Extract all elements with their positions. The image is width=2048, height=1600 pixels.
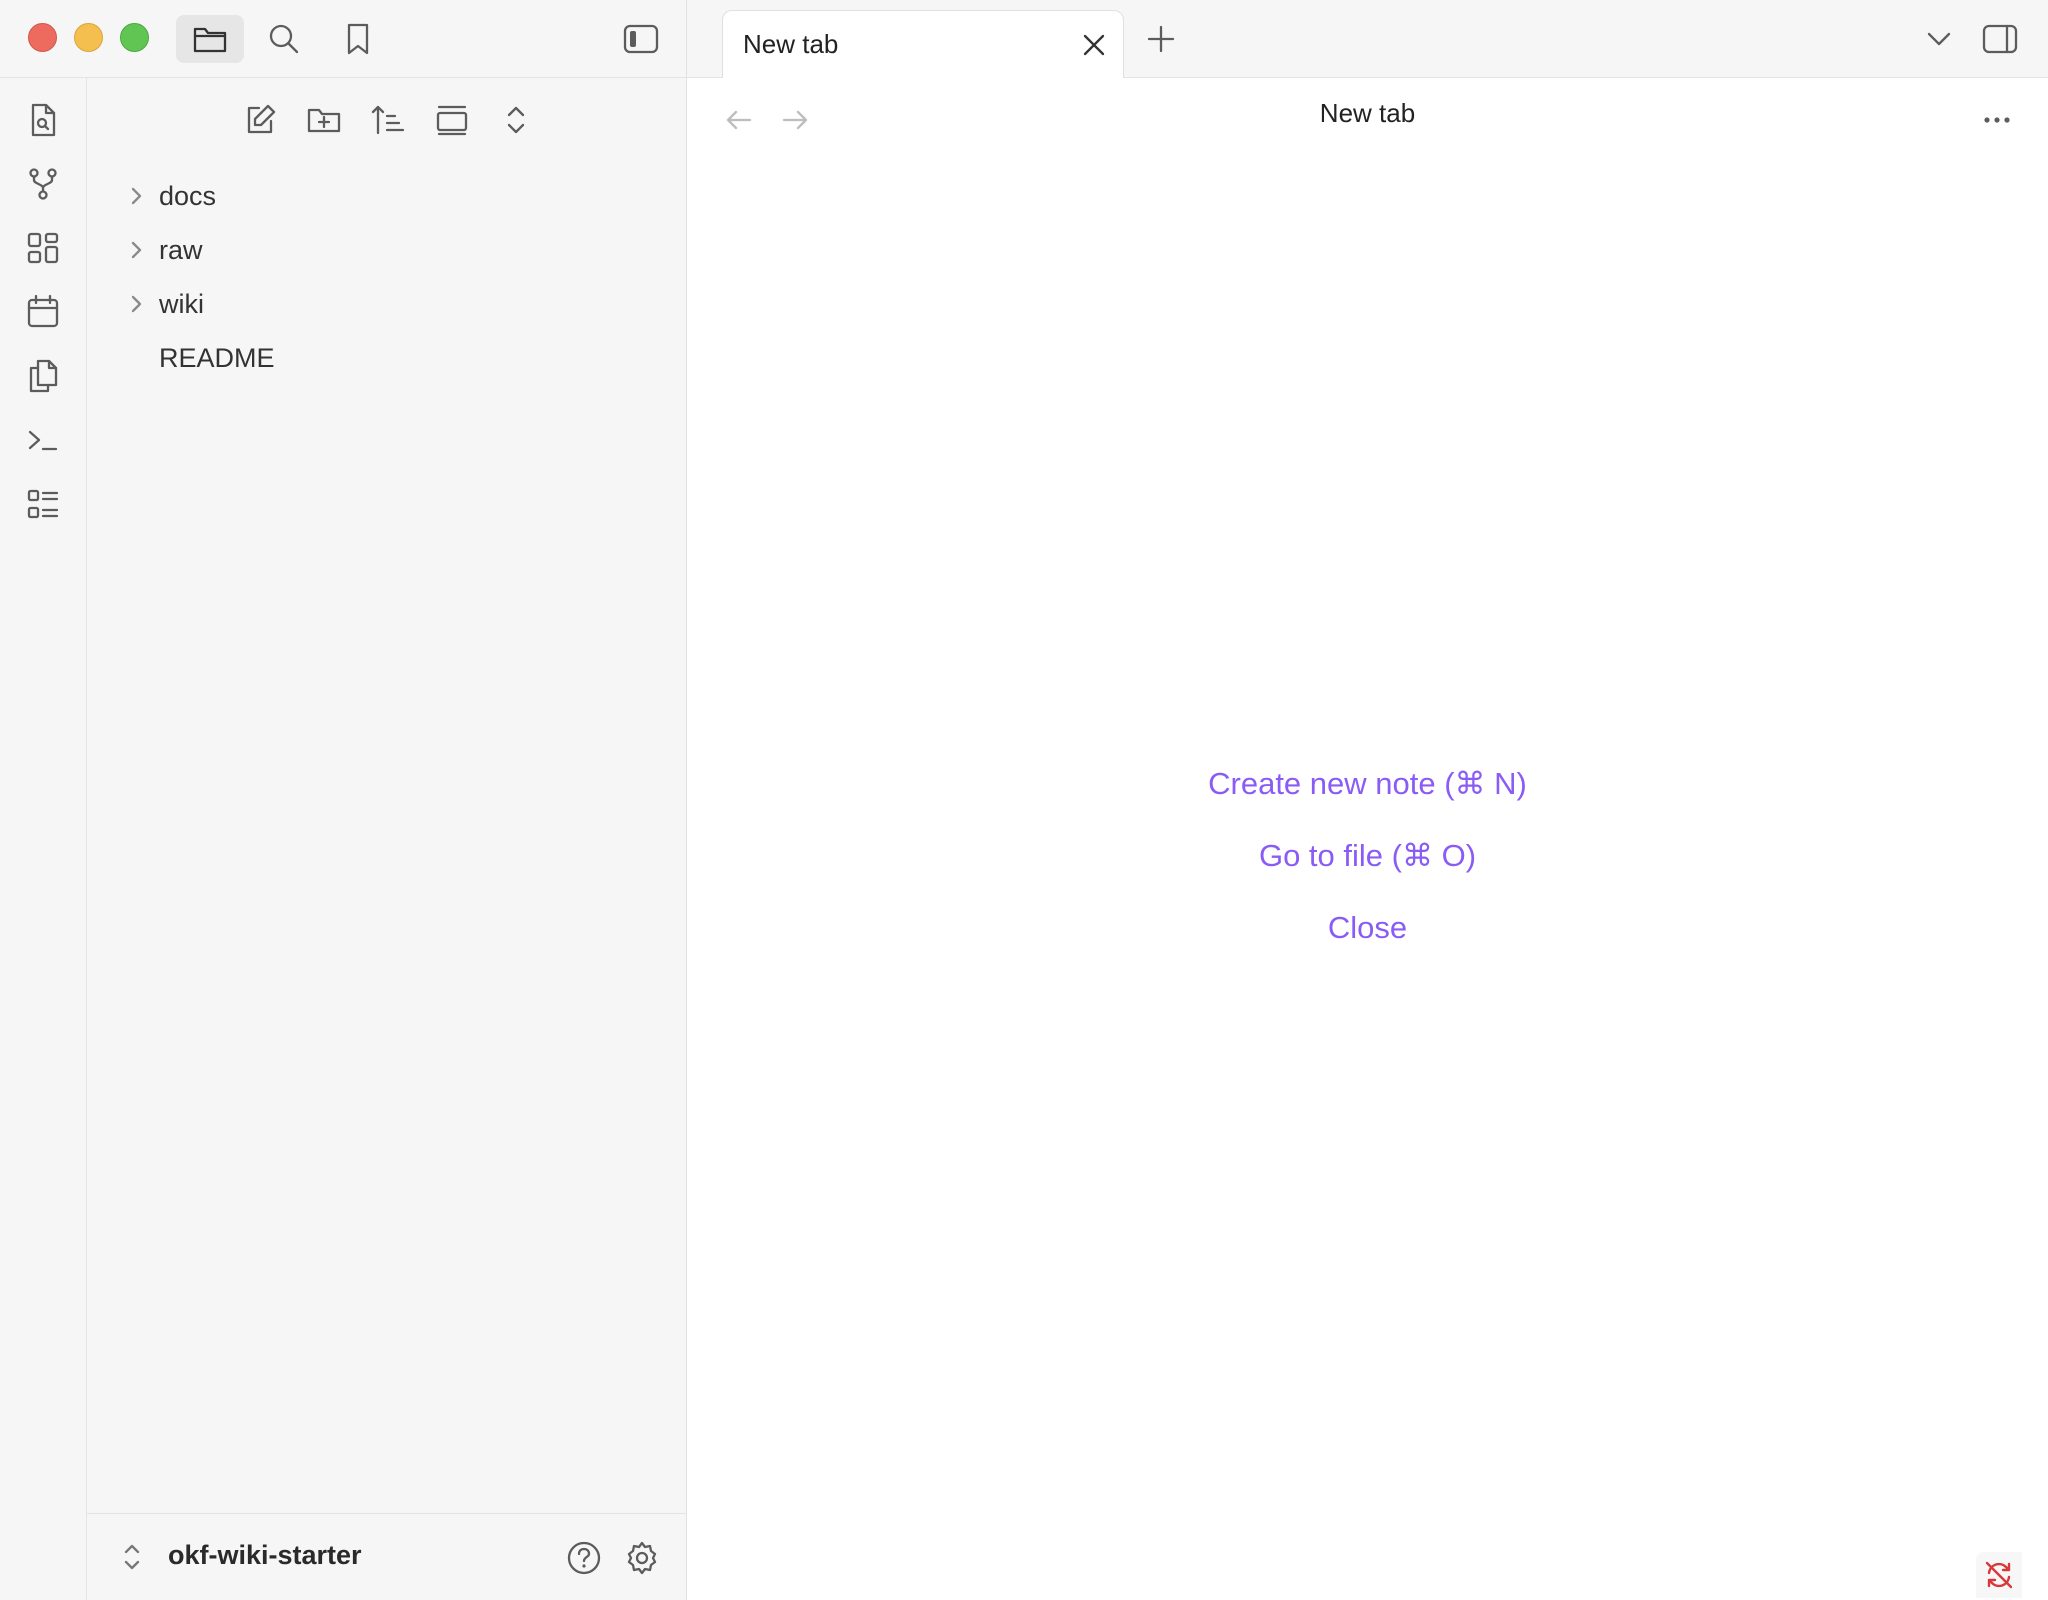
tree-folder-docs[interactable]: docs (107, 174, 667, 218)
window-close-button[interactable] (28, 23, 57, 52)
help-icon (567, 1541, 601, 1575)
sort-button[interactable] (364, 98, 412, 142)
help-button[interactable] (562, 1536, 606, 1580)
tree-file-readme[interactable]: README (107, 336, 667, 380)
file-explorer-button[interactable] (176, 15, 244, 63)
sidebar-left-icon (623, 24, 659, 54)
file-explorer: docs raw wiki README okf-wiki-starter (87, 78, 687, 1600)
expand-collapse-all-button[interactable] (492, 98, 540, 142)
create-new-note-link: Create new note (⌘ N) (687, 766, 2048, 802)
ribbon-daily-note-button[interactable] (20, 289, 66, 335)
window-maximize-button[interactable] (120, 23, 149, 52)
go-to-file-link: Go to file (⌘ O) (687, 838, 2048, 874)
top-left-toolbar (0, 0, 687, 78)
list-icon (27, 489, 59, 519)
more-options-button[interactable] (1977, 100, 2017, 140)
view-title: New tab (1319, 98, 1416, 128)
file-search-icon (31, 103, 56, 137)
create-new-note-action[interactable]: Create new note (⌘ N) (1208, 766, 1527, 801)
bookmarks-button[interactable] (324, 15, 392, 63)
new-note-icon (247, 104, 276, 134)
tree-item-label: README (159, 342, 275, 373)
sort-icon (371, 105, 405, 135)
vault-bar: okf-wiki-starter (87, 1513, 686, 1600)
settings-button[interactable] (620, 1536, 664, 1580)
vault-name[interactable]: okf-wiki-starter (168, 1540, 362, 1571)
bookmark-icon (347, 23, 369, 55)
toggle-left-sidebar-button[interactable] (607, 15, 675, 63)
terminal-icon (28, 430, 58, 451)
sync-status-button[interactable] (1976, 1552, 2022, 1598)
copy-icon (29, 359, 58, 393)
search-button[interactable] (250, 15, 318, 63)
new-folder-button[interactable] (300, 98, 348, 142)
chevron-right-icon (121, 181, 151, 211)
chevron-updown-icon (124, 1544, 140, 1570)
ribbon-templates-button[interactable] (20, 353, 66, 399)
tab-close-button[interactable] (1077, 28, 1111, 62)
tree-folder-raw[interactable]: raw (107, 228, 667, 272)
chevron-right-icon (121, 235, 151, 265)
toggle-right-sidebar-button[interactable] (1966, 15, 2034, 63)
ribbon-command-palette-button[interactable] (20, 417, 66, 463)
plus-icon (1147, 25, 1175, 53)
tree-folder-wiki[interactable]: wiki (107, 282, 667, 326)
tab-label: New tab (743, 29, 839, 59)
chevron-right-icon (121, 289, 151, 319)
ribbon-graph-button[interactable] (20, 161, 66, 207)
collapse-view-icon (436, 105, 468, 136)
auto-reveal-button[interactable] (428, 98, 476, 142)
new-tab-button[interactable] (1127, 15, 1195, 63)
window-minimize-button[interactable] (74, 23, 103, 52)
chevron-down-icon (1927, 32, 1951, 46)
ribbon-outline-button[interactable] (20, 481, 66, 527)
git-branch-icon (29, 168, 57, 200)
sidebar-right-icon (1982, 24, 2018, 54)
ribbon (0, 78, 87, 1600)
ribbon-file-search-button[interactable] (20, 97, 66, 143)
main-view: New tab Create new note (⌘ N) Go to file… (687, 78, 2048, 1600)
ribbon-canvas-button[interactable] (20, 225, 66, 271)
dashboard-icon (27, 232, 59, 264)
gear-icon (627, 1541, 657, 1575)
sync-off-icon (1985, 1561, 2013, 1589)
vault-switcher-button[interactable] (117, 1540, 147, 1574)
close-action[interactable]: Close (1328, 910, 1407, 945)
search-icon (269, 24, 299, 54)
tab-new-tab[interactable]: New tab (722, 10, 1124, 79)
expand-collapse-icon (507, 106, 525, 134)
tree-item-label: docs (159, 180, 217, 211)
new-note-button[interactable] (236, 98, 284, 142)
close-icon (1083, 34, 1105, 56)
new-folder-icon (307, 108, 341, 133)
tree-item-label: raw (159, 234, 203, 265)
folder-icon (193, 27, 227, 53)
tree-item-label: wiki (159, 288, 204, 319)
close-link: Close (687, 910, 2048, 946)
calendar-icon (27, 294, 59, 328)
tab-list-dropdown-button[interactable] (1905, 15, 1973, 63)
go-to-file-action[interactable]: Go to file (⌘ O) (1259, 838, 1476, 873)
more-horizontal-icon (1984, 117, 2010, 123)
